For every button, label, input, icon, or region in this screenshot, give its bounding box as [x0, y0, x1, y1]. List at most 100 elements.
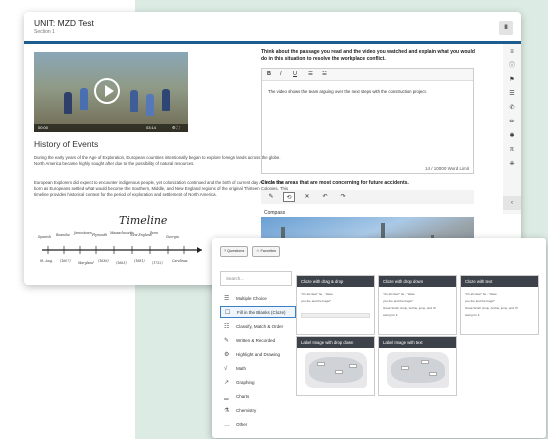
preview-text: swing for it.	[383, 313, 399, 317]
notes-icon[interactable]: ☰	[508, 90, 516, 98]
more-icon: …	[224, 422, 230, 428]
search-input[interactable]: Search...	[220, 271, 292, 286]
category-cloze[interactable]: ☐ Fill in the Blanks (Cloze)	[220, 306, 296, 318]
video-settings-icon[interactable]: ⚙ ⛶	[172, 125, 180, 130]
timeline-title: Timeline	[119, 214, 168, 227]
clear-icon[interactable]: ✕	[301, 192, 313, 202]
us-map-shape	[391, 357, 445, 383]
preview-text: "It's all clear" he	[301, 292, 323, 296]
sqrt-icon: √	[224, 366, 228, 372]
favorites-tab[interactable]: ☆ Favorites	[252, 246, 281, 257]
category-other[interactable]: … Other	[220, 419, 296, 431]
passage-heading: History of Events	[34, 139, 99, 149]
worker-figure	[64, 92, 72, 114]
card-preview: "It's all clear" he , "Have you the and …	[465, 291, 534, 330]
bold-button[interactable]: B	[267, 71, 271, 77]
calculator-icon[interactable]: π	[508, 146, 516, 154]
category-multiple-choice[interactable]: ☰ Multiple Choice	[220, 293, 296, 305]
preview-text: and the bags?	[393, 299, 413, 303]
collapse-sidebar-icon[interactable]: ‹	[503, 196, 521, 210]
category-charts[interactable]: ▁ Charts	[220, 391, 296, 403]
category-math[interactable]: √ Math	[220, 363, 296, 375]
passage-paragraph-1: During the early years of the Age of Exp…	[34, 155, 281, 166]
us-map-thumbnail	[305, 352, 367, 388]
video-controls[interactable]: 00:00 03:14 ⚙ ⛶	[34, 124, 188, 132]
us-map-thumbnail	[387, 352, 449, 388]
category-label: Classify, Match & Order	[236, 324, 284, 329]
card-label-image-text[interactable]: Label Image with text	[378, 336, 457, 396]
tool-sidebar: ≡ ⓘ ⚑ ☰ ✆ ✏ ✱ π ⎈ ‹	[503, 44, 521, 214]
card-title: Cloze with drop down	[379, 276, 456, 287]
video-time-current: 00:00	[38, 125, 49, 130]
preview-text: swing for it.	[465, 313, 481, 317]
answer-bank	[301, 313, 370, 318]
essay-answer-text[interactable]: The video shows the team arguing over th…	[268, 89, 427, 94]
category-written[interactable]: ✎ Written & Recorded	[220, 335, 296, 347]
preview-text: "It's all clear" he	[465, 292, 487, 296]
flask-icon: ⚗	[224, 408, 230, 414]
bullet-list-button[interactable]: ☰	[308, 71, 313, 77]
card-title: Label Image with drop down	[297, 337, 374, 348]
pause-button[interactable]: II	[499, 21, 513, 35]
svg-text:Maryland: Maryland	[77, 261, 94, 265]
label-marker	[429, 372, 437, 376]
card-preview: "It's all clear" he , "Have you the and …	[301, 291, 370, 330]
svg-text:(1681): (1681)	[134, 259, 145, 263]
card-cloze-drag-drop[interactable]: Cloze with drag & drop "It's all clear" …	[296, 275, 375, 335]
category-graphing[interactable]: ↗ Graphing	[220, 377, 296, 389]
play-icon[interactable]	[94, 78, 120, 104]
preview-text: you the	[383, 299, 393, 303]
card-cloze-drop-down[interactable]: Cloze with drop down "It's all clear" he…	[378, 275, 457, 335]
preview-text: and the bags?	[475, 299, 495, 303]
preview-text: , "Have	[323, 292, 333, 296]
preview-text: and the bags?	[311, 299, 331, 303]
redo-icon[interactable]: ↷	[337, 192, 349, 202]
svg-text:Jamestown: Jamestown	[73, 231, 92, 235]
card-title: Label Image with text	[379, 337, 456, 348]
svg-text:Carolinas: Carolinas	[172, 259, 188, 263]
italic-button[interactable]: I	[280, 71, 282, 77]
passage-paragraph-2: European Explorers did expect to encount…	[34, 180, 288, 197]
pencil-icon: ✎	[224, 338, 230, 344]
label-marker	[421, 360, 429, 364]
card-cloze-text[interactable]: Cloze with text "It's all clear" he , "H…	[460, 275, 539, 335]
category-label: Other	[236, 422, 248, 427]
flag-icon[interactable]: ⚑	[508, 76, 516, 84]
video-time-total: 03:14	[146, 125, 157, 130]
questions-tab[interactable]: ? Questions	[220, 246, 249, 257]
eliminator-icon[interactable]: ✱	[508, 132, 516, 140]
category-chemistry[interactable]: ⚗ Chemistry	[220, 405, 296, 417]
worker-figure	[162, 89, 170, 111]
image-caption: Compass	[264, 210, 286, 216]
question-type-picker: ? Questions ☆ Favorites Search... ☰ Multi…	[212, 238, 546, 438]
word-count: 14 / 10000 Word Limit	[425, 166, 469, 171]
menu-icon[interactable]: ≡	[508, 48, 516, 56]
audio-icon[interactable]: ✆	[508, 104, 516, 112]
numbered-list-button[interactable]: ☱	[322, 71, 327, 77]
preview-text: "It's all clear" he	[383, 292, 405, 296]
undo-icon[interactable]: ↶	[319, 192, 331, 202]
headphones-icon[interactable]: ⎈	[508, 160, 516, 168]
label-marker	[401, 366, 409, 370]
graph-icon: ↗	[224, 380, 230, 386]
info-icon[interactable]: ⓘ	[508, 62, 516, 70]
category-label: Multiple Choice	[236, 296, 267, 301]
undo-shape-icon[interactable]: ⟲	[283, 192, 295, 202]
underline-button[interactable]: U	[293, 71, 297, 77]
category-label: Highlight and Drawing	[236, 352, 281, 357]
pen-tool-icon[interactable]: ✎	[265, 192, 277, 202]
label-marker	[335, 370, 343, 374]
essay-editor[interactable]: B I U ☰ ☱ The video shows the team argui…	[261, 68, 474, 174]
video-player[interactable]: 00:00 03:14 ⚙ ⛶	[34, 52, 188, 132]
category-label: Written & Recorded	[236, 338, 276, 343]
svg-text:New England: New England	[129, 233, 152, 237]
svg-text:(1663): (1663)	[116, 261, 127, 265]
svg-text:Roanoke: Roanoke	[55, 233, 70, 237]
highlighter-icon[interactable]: ✏	[508, 118, 516, 126]
category-highlight[interactable]: ⚙ Highlight and Drawing	[220, 349, 296, 361]
hotspot-prompt: Circle the areas that are most concernin…	[261, 180, 409, 186]
preview-text: , "Have	[405, 292, 415, 296]
category-classify[interactable]: ☷ Classify, Match & Order	[220, 321, 296, 333]
bar-chart-icon: ▁	[224, 394, 229, 400]
card-label-image-drop-down[interactable]: Label Image with drop down	[296, 336, 375, 396]
